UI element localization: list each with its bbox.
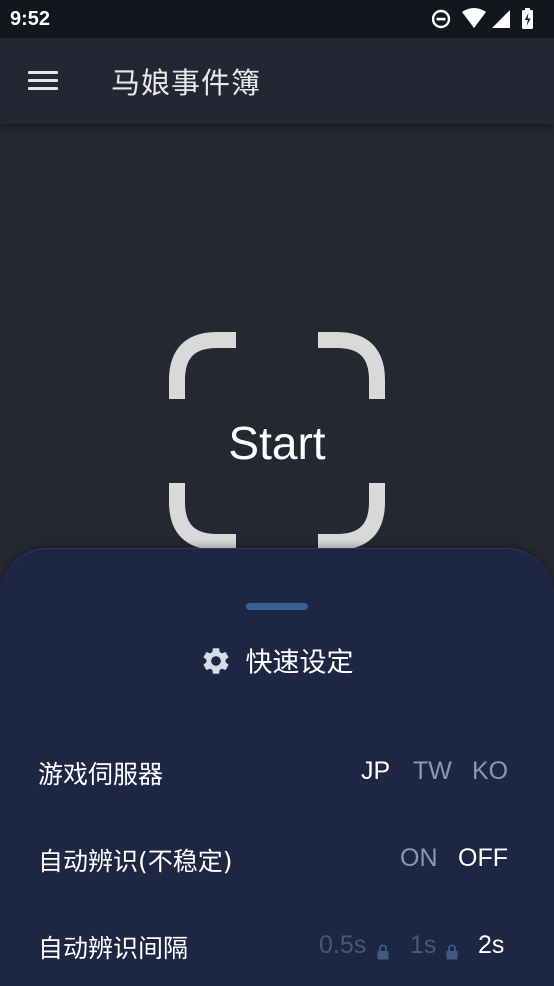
app-bar: 马娘事件簿 — [0, 38, 554, 124]
auto-detect-label: 自动辨识(不稳定) — [38, 847, 233, 876]
interval-option-0-5s[interactable]: 0.5s — [319, 931, 366, 960]
server-label: 游戏伺服器 — [38, 760, 164, 789]
start-button[interactable]: Start — [169, 332, 385, 550]
lock-icon — [446, 944, 458, 960]
menu-button[interactable] — [22, 64, 64, 98]
server-option-ko[interactable]: KO — [472, 757, 508, 786]
status-icons — [431, 6, 542, 32]
status-time: 9:52 — [10, 8, 51, 30]
server-option-jp[interactable]: JP — [361, 757, 390, 786]
auto-detect-setting-row: 自动辨识(不稳定) ON OFF — [0, 836, 554, 886]
auto-detect-option-on[interactable]: ON — [400, 844, 438, 873]
start-label: Start — [228, 417, 326, 469]
wifi-icon — [462, 8, 486, 28]
menu-icon-line — [28, 71, 58, 74]
gear-icon — [204, 647, 229, 674]
quick-settings-sheet: 快速设定 游戏伺服器 JP TW KO 自动辨识(不稳定) ON OFF 自动辨… — [0, 548, 554, 986]
signal-icon — [492, 10, 510, 28]
menu-icon-line — [28, 87, 58, 90]
menu-icon-line — [28, 79, 58, 82]
server-setting-row: 游戏伺服器 JP TW KO — [0, 749, 554, 799]
lock-icon — [377, 944, 389, 960]
interval-setting-row: 自动辨识间隔 0.5s 1s 2s — [0, 923, 554, 973]
quick-settings-header: 快速设定 — [0, 643, 554, 683]
interval-option-2s[interactable]: 2s — [478, 931, 504, 960]
status-bar: 9:52 — [0, 0, 554, 38]
do-not-disturb-icon — [431, 9, 451, 29]
app-title: 马娘事件簿 — [111, 66, 262, 100]
interval-label: 自动辨识间隔 — [38, 934, 189, 963]
interval-option-1s[interactable]: 1s — [410, 931, 436, 960]
drag-handle[interactable] — [246, 603, 308, 610]
quick-settings-title: 快速设定 — [245, 647, 354, 679]
auto-detect-option-off[interactable]: OFF — [458, 844, 508, 873]
battery-charging-icon — [522, 8, 533, 29]
server-option-tw[interactable]: TW — [413, 757, 452, 786]
